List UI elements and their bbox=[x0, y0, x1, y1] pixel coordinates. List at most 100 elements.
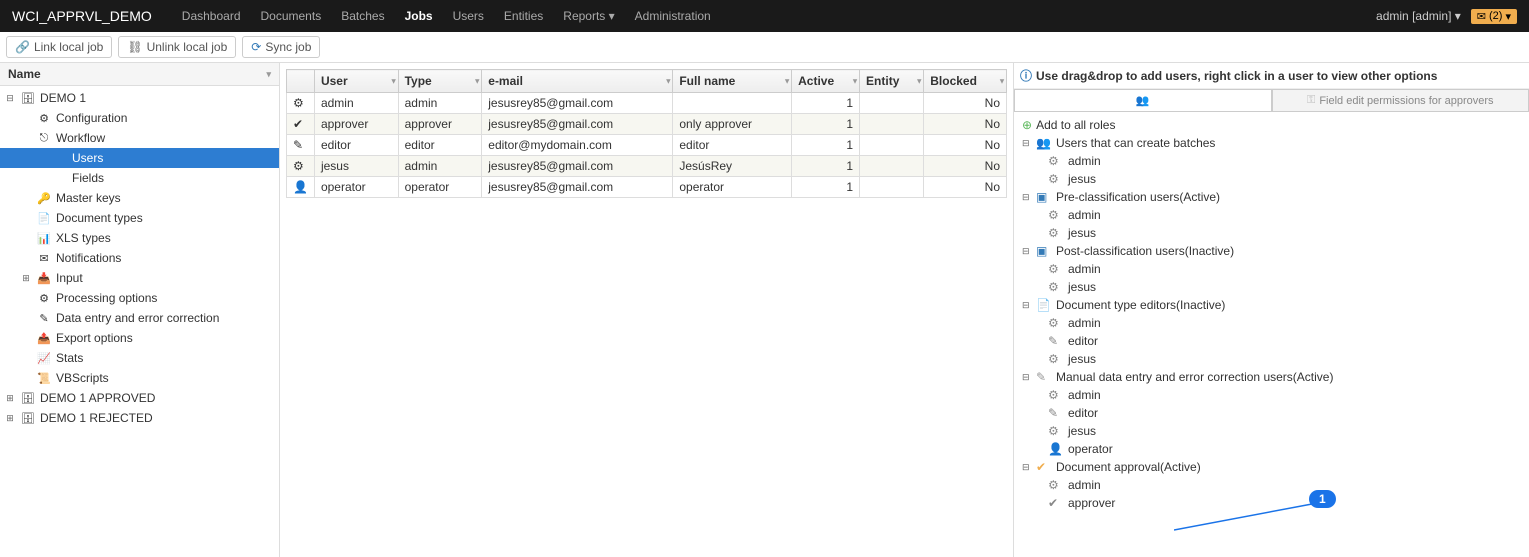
doc-icon: 📄 bbox=[36, 210, 52, 226]
col-header-entity[interactable]: Entity▾ bbox=[860, 70, 924, 93]
tab-roles[interactable]: 👥 bbox=[1014, 89, 1272, 111]
role-user-label: editor bbox=[1068, 406, 1098, 420]
sidebar-item-processing-options[interactable]: ⚙ Processing options bbox=[0, 288, 279, 308]
sidebar-item-input[interactable]: ⊞📥Input bbox=[0, 268, 279, 288]
role-group-pre-classification-users[interactable]: ⊟▣Pre-classification users(Active) bbox=[1018, 188, 1525, 206]
column-menu-icon[interactable]: ▾ bbox=[853, 77, 857, 86]
filter-icon[interactable]: ▾ bbox=[266, 69, 271, 80]
table-row[interactable]: ✔approverapproverjesusrey85@gmail.comonl… bbox=[287, 114, 1007, 135]
tree-label: Master keys bbox=[56, 191, 121, 205]
role-group-document-type-editors[interactable]: ⊟📄Document type editors(Inactive) bbox=[1018, 296, 1525, 314]
sidebar-item-master-keys[interactable]: 🔑 Master keys bbox=[0, 188, 279, 208]
column-menu-icon[interactable]: ▾ bbox=[475, 77, 479, 86]
table-row[interactable]: ✎editoreditoreditor@mydomain.comeditor1N… bbox=[287, 135, 1007, 156]
sidebar-item-stats[interactable]: 📈Stats bbox=[0, 348, 279, 368]
role-user-jesus[interactable]: ⚙jesus bbox=[1018, 224, 1525, 242]
role-user-admin[interactable]: ⚙admin bbox=[1018, 386, 1525, 404]
role-user-editor[interactable]: ✎editor bbox=[1018, 332, 1525, 350]
link-local-job-button[interactable]: 🔗 Link local job bbox=[6, 36, 112, 58]
sidebar-item-demo-1-rejected[interactable]: ⊞🗄DEMO 1 REJECTED bbox=[0, 408, 279, 428]
col-header-full-name[interactable]: Full name▾ bbox=[673, 70, 792, 93]
sidebar-item-document-types[interactable]: 📄Document types bbox=[0, 208, 279, 228]
cell-fullname bbox=[673, 93, 792, 114]
nav-link-users[interactable]: Users bbox=[443, 9, 494, 23]
column-menu-icon[interactable]: ▾ bbox=[666, 77, 670, 86]
sidebar-item-export-options[interactable]: 📤Export options bbox=[0, 328, 279, 348]
tree-label: Notifications bbox=[56, 251, 121, 265]
key-icon: 🔑 bbox=[36, 190, 52, 206]
tree-toggle-icon[interactable]: ⊞ bbox=[20, 273, 32, 284]
column-menu-icon[interactable]: ▾ bbox=[392, 77, 396, 86]
batch-icon: ▣ bbox=[1036, 244, 1052, 258]
unlink-local-job-button[interactable]: ⛓ Unlink local job bbox=[118, 36, 236, 58]
sidebar-item-users[interactable]: Users bbox=[0, 148, 279, 168]
role-user-approver[interactable]: ✔approver bbox=[1018, 494, 1525, 512]
sidebar-item-configuration[interactable]: ⚙Configuration bbox=[0, 108, 279, 128]
role-group-document-approval[interactable]: ⊟✔Document approval(Active) bbox=[1018, 458, 1525, 476]
cell-fullname: JesúsRey bbox=[673, 156, 792, 177]
tab-field-permissions[interactable]: ⚿ Field edit permissions for approvers bbox=[1272, 89, 1529, 111]
table-row[interactable]: ⚙jesusadminjesusrey85@gmail.comJesúsRey1… bbox=[287, 156, 1007, 177]
role-user-jesus[interactable]: ⚙jesus bbox=[1018, 422, 1525, 440]
tree-toggle-icon[interactable]: ⊟ bbox=[1022, 462, 1032, 473]
nav-link-documents[interactable]: Documents bbox=[251, 9, 332, 23]
role-user-jesus[interactable]: ⚙jesus bbox=[1018, 170, 1525, 188]
nav-link-administration[interactable]: Administration bbox=[625, 9, 721, 23]
nav-link-reports[interactable]: Reports ▾ bbox=[553, 9, 624, 23]
column-menu-icon[interactable]: ▾ bbox=[917, 77, 921, 86]
tree-toggle-icon[interactable]: ⊟ bbox=[1022, 372, 1032, 383]
sidebar-item-workflow[interactable]: ⎋Workflow bbox=[0, 128, 279, 148]
table-row[interactable]: ⚙adminadminjesusrey85@gmail.com1No bbox=[287, 93, 1007, 114]
role-group-manual-data-entry-and-error-correction-users[interactable]: ⊟✎Manual data entry and error correction… bbox=[1018, 368, 1525, 386]
sync-job-button[interactable]: ⟳ Sync job bbox=[242, 36, 320, 58]
nav-link-batches[interactable]: Batches bbox=[331, 9, 394, 23]
role-user-admin[interactable]: ⚙admin bbox=[1018, 152, 1525, 170]
nav-link-entities[interactable]: Entities bbox=[494, 9, 553, 23]
add-to-all-roles[interactable]: ⊕ Add to all roles bbox=[1018, 116, 1525, 134]
col-header-active[interactable]: Active▾ bbox=[792, 70, 860, 93]
tree-toggle-icon[interactable]: ⊟ bbox=[1022, 138, 1032, 149]
role-group-post-classification-users[interactable]: ⊟▣Post-classification users(Inactive) bbox=[1018, 242, 1525, 260]
proc-icon: ⚙ bbox=[36, 290, 52, 306]
role-user-admin[interactable]: ⚙admin bbox=[1018, 206, 1525, 224]
role-user-admin[interactable]: ⚙admin bbox=[1018, 314, 1525, 332]
tree-label: Processing options bbox=[56, 291, 157, 305]
col-header-e-mail[interactable]: e-mail▾ bbox=[482, 70, 673, 93]
cell-active: 1 bbox=[792, 156, 860, 177]
sidebar-item-demo-1[interactable]: ⊟🗄DEMO 1 bbox=[0, 88, 279, 108]
sidebar-item-vbscripts[interactable]: 📜VBScripts bbox=[0, 368, 279, 388]
role-user-jesus[interactable]: ⚙jesus bbox=[1018, 350, 1525, 368]
role-user-label: jesus bbox=[1068, 424, 1096, 438]
col-header-blocked[interactable]: Blocked▾ bbox=[924, 70, 1007, 93]
table-row[interactable]: 👤operatoroperatorjesusrey85@gmail.comope… bbox=[287, 177, 1007, 198]
tree-toggle-icon[interactable]: ⊟ bbox=[1022, 192, 1032, 203]
column-menu-icon[interactable]: ▾ bbox=[785, 77, 789, 86]
col-header-type[interactable]: Type▾ bbox=[398, 70, 482, 93]
mail-notifications[interactable]: ✉ (2) ▾ bbox=[1471, 9, 1517, 24]
sidebar-item-xls-types[interactable]: 📊XLS types bbox=[0, 228, 279, 248]
tree-toggle-icon[interactable]: ⊞ bbox=[4, 393, 16, 404]
cell-user: jesus bbox=[314, 156, 398, 177]
role-group-users-that-can-create-batches[interactable]: ⊟👥Users that can create batches bbox=[1018, 134, 1525, 152]
user-menu[interactable]: admin [admin] ▾ bbox=[1376, 9, 1461, 23]
tree-toggle-icon[interactable]: ⊞ bbox=[4, 413, 16, 424]
col-header-user[interactable]: User▾ bbox=[314, 70, 398, 93]
role-user-admin[interactable]: ⚙admin bbox=[1018, 476, 1525, 494]
sidebar-item-notifications[interactable]: ✉Notifications bbox=[0, 248, 279, 268]
sidebar-item-data-entry-and-error-correction[interactable]: ✎Data entry and error correction bbox=[0, 308, 279, 328]
nav-link-dashboard[interactable]: Dashboard bbox=[172, 9, 251, 23]
tree-toggle-icon[interactable]: ⊟ bbox=[4, 93, 16, 104]
sidebar-item-demo-1-approved[interactable]: ⊞🗄DEMO 1 APPROVED bbox=[0, 388, 279, 408]
role-user-jesus[interactable]: ⚙jesus bbox=[1018, 278, 1525, 296]
role-user-editor[interactable]: ✎editor bbox=[1018, 404, 1525, 422]
column-menu-icon[interactable]: ▾ bbox=[1000, 77, 1004, 86]
cell-user: admin bbox=[314, 93, 398, 114]
tree-toggle-icon[interactable]: ⊟ bbox=[1022, 300, 1032, 311]
role-user-operator[interactable]: 👤operator bbox=[1018, 440, 1525, 458]
gear-icon: ⚙ bbox=[1048, 352, 1064, 366]
role-user-admin[interactable]: ⚙admin bbox=[1018, 260, 1525, 278]
sidebar-item-fields[interactable]: Fields bbox=[0, 168, 279, 188]
nav-link-jobs[interactable]: Jobs bbox=[395, 9, 443, 23]
app-brand[interactable]: WCI_APPRVL_DEMO bbox=[12, 8, 152, 24]
tree-toggle-icon[interactable]: ⊟ bbox=[1022, 246, 1032, 257]
